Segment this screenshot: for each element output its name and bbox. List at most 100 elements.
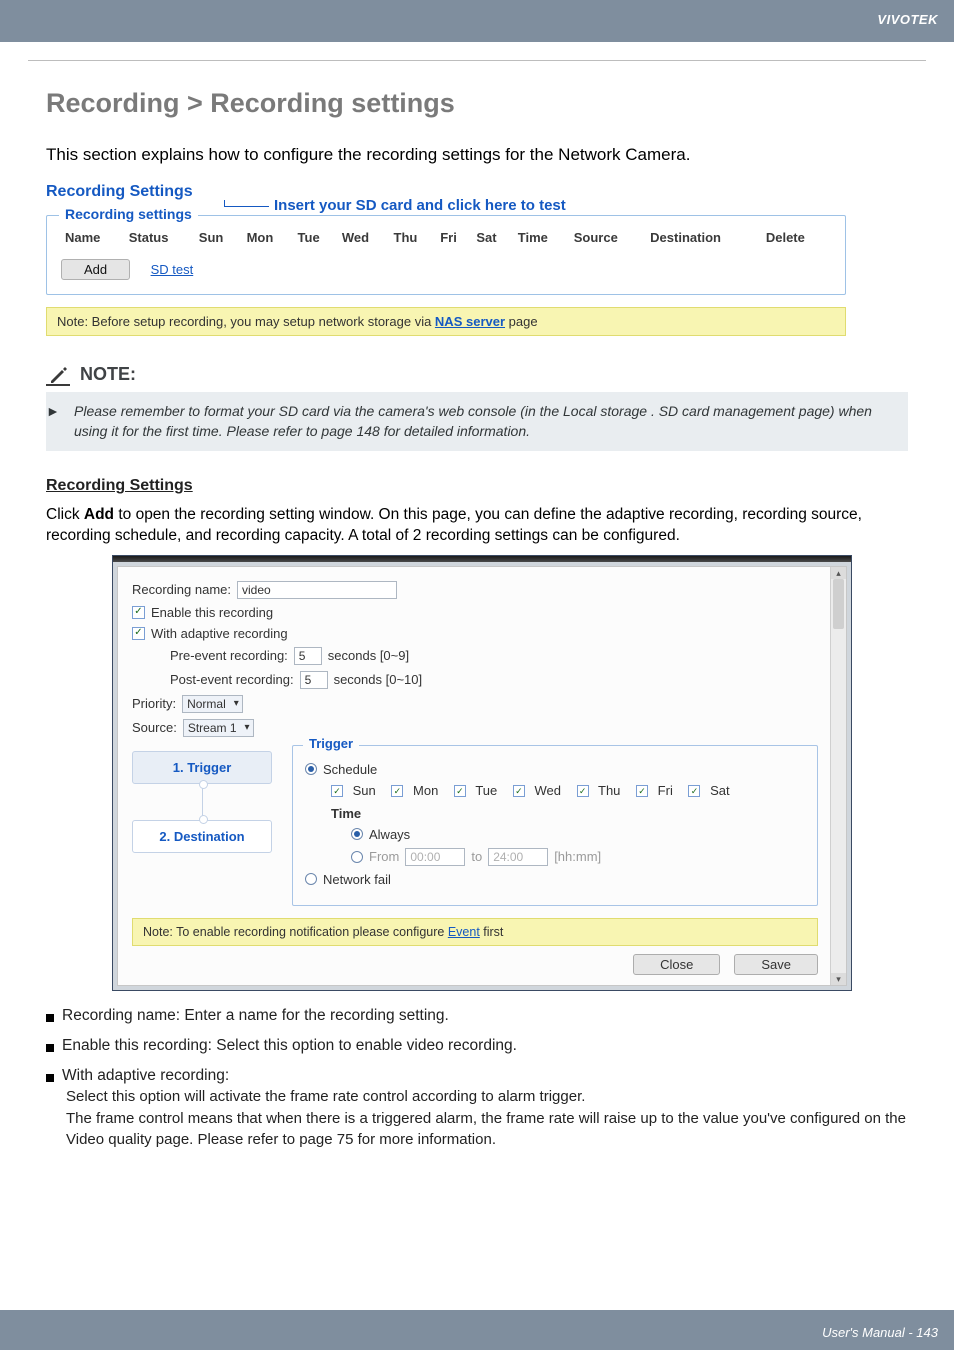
adaptive-recording-checkbox[interactable]: ✓	[132, 627, 145, 640]
add-paragraph: Click Add to open the recording setting …	[46, 505, 908, 547]
col-fri: Fri	[436, 226, 472, 249]
bullet-icon	[46, 1014, 54, 1022]
event-note: Note: To enable recording notification p…	[132, 918, 818, 946]
recording-settings-panel: Recording settings Name Status Sun Mon T…	[46, 215, 846, 295]
col-name: Name	[61, 226, 125, 249]
save-button[interactable]: Save	[734, 954, 818, 975]
step-destination[interactable]: 2. Destination	[132, 820, 272, 853]
post-event-label: Post-event recording:	[170, 672, 294, 687]
hhmm-hint: [hh:mm]	[554, 849, 601, 864]
intro-text: This section explains how to configure t…	[46, 145, 908, 165]
nas-note-prefix: Note: Before setup recording, you may se…	[57, 314, 435, 329]
note-body: ► Please remember to format your SD card…	[46, 392, 908, 451]
pencil-icon	[46, 362, 70, 386]
from-radio[interactable]	[351, 851, 363, 863]
bullet-adaptive: With adaptive recording:	[62, 1067, 229, 1085]
step-connector	[202, 784, 203, 820]
post-event-input[interactable]: 5	[300, 671, 328, 689]
day-sun-checkbox[interactable]: ✓	[331, 785, 343, 797]
recording-settings-grid: Name Status Sun Mon Tue Wed Thu Fri Sat …	[61, 226, 831, 249]
schedule-label: Schedule	[323, 762, 377, 777]
dialog-titlebar	[113, 556, 851, 562]
recording-settings-legend: Recording settings	[59, 206, 198, 222]
recording-settings-subhead: Recording Settings	[46, 477, 908, 495]
col-delete: Delete	[762, 226, 831, 249]
trigger-fieldset: Trigger Schedule ✓ Sun ✓ Mon ✓ Tue ✓ Wed…	[292, 745, 818, 906]
col-time: Time	[514, 226, 570, 249]
nas-server-link[interactable]: NAS server	[435, 314, 505, 329]
day-thu-checkbox[interactable]: ✓	[577, 785, 589, 797]
step-trigger[interactable]: 1. Trigger	[132, 751, 272, 784]
col-source: Source	[570, 226, 646, 249]
day-sat-checkbox[interactable]: ✓	[688, 785, 700, 797]
schedule-radio[interactable]	[305, 763, 317, 775]
trigger-legend: Trigger	[303, 736, 359, 751]
header-bar	[0, 0, 954, 42]
col-mon: Mon	[243, 226, 294, 249]
col-status: Status	[125, 226, 195, 249]
enable-recording-label: Enable this recording	[151, 605, 273, 620]
network-fail-label: Network fail	[323, 872, 391, 887]
day-mon-label: Mon	[413, 783, 438, 798]
to-input[interactable]: 24:00	[488, 848, 548, 866]
adaptive-recording-label: With adaptive recording	[151, 626, 288, 641]
nas-note: Note: Before setup recording, you may se…	[46, 307, 846, 336]
col-tue: Tue	[294, 226, 338, 249]
scroll-down-icon[interactable]: ▾	[831, 973, 846, 985]
pre-event-hint: seconds [0~9]	[328, 648, 409, 663]
to-label: to	[471, 849, 482, 864]
scroll-thumb[interactable]	[833, 579, 844, 629]
bullet-recording-name: Recording name: Enter a name for the rec…	[62, 1007, 449, 1025]
rec-name-input[interactable]: video	[237, 581, 397, 599]
time-label: Time	[331, 806, 805, 821]
col-destination: Destination	[646, 226, 762, 249]
network-fail-radio[interactable]	[305, 873, 317, 885]
note-text: Please remember to format your SD card v…	[74, 402, 894, 441]
source-label: Source:	[132, 720, 177, 735]
rule-top	[28, 60, 926, 61]
event-note-suffix: first	[480, 925, 504, 939]
bullet-adaptive-sub2: The frame control means that when there …	[66, 1109, 908, 1150]
always-label: Always	[369, 827, 410, 842]
day-wed-checkbox[interactable]: ✓	[513, 785, 525, 797]
day-wed-label: Wed	[535, 783, 562, 798]
triangle-icon: ►	[46, 402, 60, 422]
close-button[interactable]: Close	[633, 954, 720, 975]
rec-name-label: Recording name:	[132, 582, 231, 597]
page-title: Recording > Recording settings	[46, 88, 908, 119]
pre-event-input[interactable]: 5	[294, 647, 322, 665]
day-fri-checkbox[interactable]: ✓	[636, 785, 648, 797]
from-input[interactable]: 00:00	[405, 848, 465, 866]
day-tue-checkbox[interactable]: ✓	[454, 785, 466, 797]
footer-text: User's Manual - 143	[822, 1325, 938, 1340]
day-mon-checkbox[interactable]: ✓	[391, 785, 403, 797]
from-label: From	[369, 849, 399, 864]
sd-test-link[interactable]: SD test	[151, 262, 194, 277]
day-sat-label: Sat	[710, 783, 730, 798]
source-select[interactable]: Stream 1	[183, 719, 254, 737]
day-tue-label: Tue	[475, 783, 497, 798]
add-button[interactable]: Add	[61, 259, 130, 280]
day-fri-label: Fri	[658, 783, 673, 798]
callout-line	[224, 206, 269, 207]
bullet-enable: Enable this recording: Select this optio…	[62, 1037, 517, 1055]
scroll-up-icon[interactable]: ▴	[831, 567, 846, 579]
bullet-adaptive-sub1: Select this option will activate the fra…	[66, 1087, 908, 1107]
pre-event-label: Pre-event recording:	[170, 648, 288, 663]
recording-dialog: ▴ ▾ Recording name: video ✓ Enable this …	[112, 555, 852, 991]
bullet-icon	[46, 1074, 54, 1082]
priority-select[interactable]: Normal	[182, 695, 243, 713]
insert-sd-hint: Insert your SD card and click here to te…	[274, 197, 566, 214]
col-thu: Thu	[390, 226, 437, 249]
day-thu-label: Thu	[598, 783, 620, 798]
enable-recording-checkbox[interactable]: ✓	[132, 606, 145, 619]
col-wed: Wed	[338, 226, 390, 249]
always-radio[interactable]	[351, 828, 363, 840]
event-link[interactable]: Event	[448, 925, 480, 939]
scrollbar[interactable]: ▴ ▾	[830, 567, 846, 985]
col-sat: Sat	[472, 226, 513, 249]
col-sun: Sun	[195, 226, 243, 249]
footer-bar	[0, 1310, 954, 1350]
priority-label: Priority:	[132, 696, 176, 711]
brand-label: VIVOTEK	[877, 12, 938, 27]
